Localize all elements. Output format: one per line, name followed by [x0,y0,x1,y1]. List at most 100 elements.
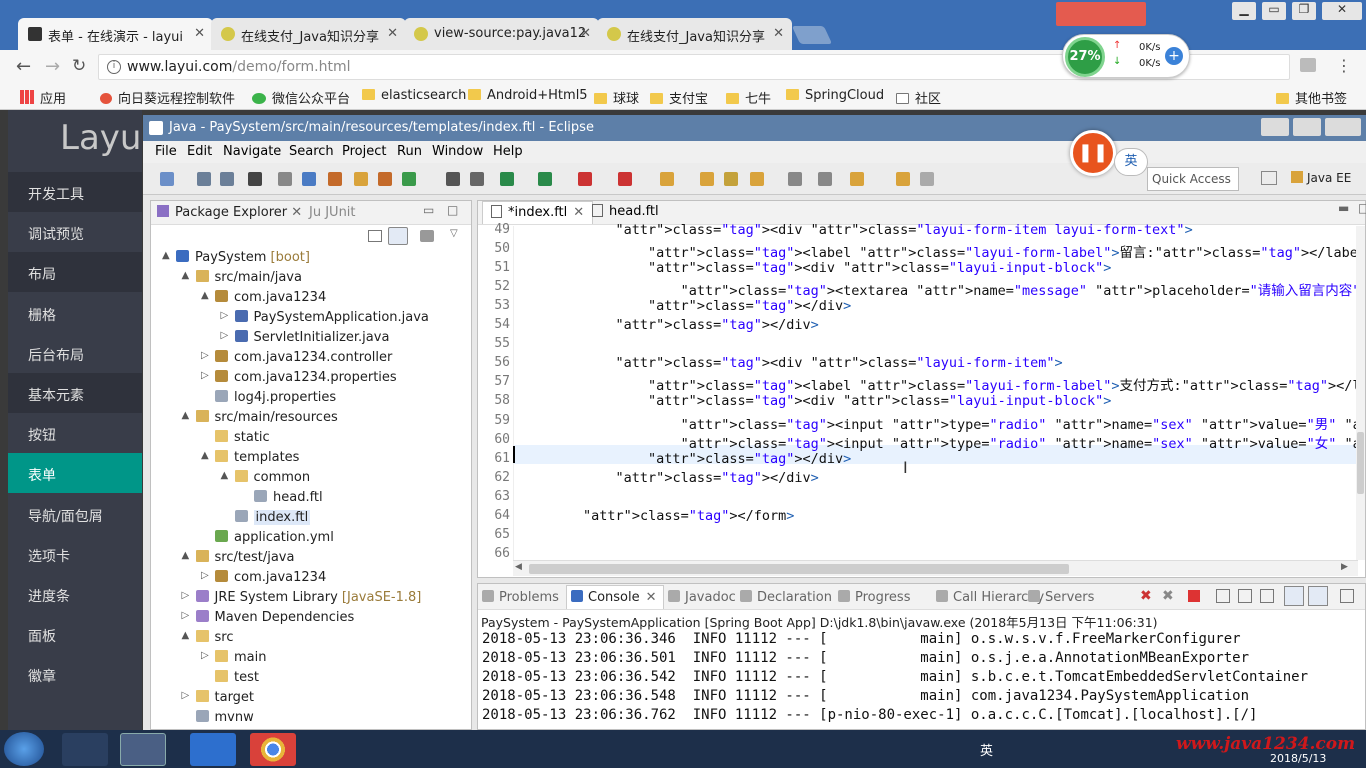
layui-nav-item[interactable]: 基本元素 [8,373,142,413]
tree-expand-icon[interactable]: ▷ [182,690,190,701]
tree-item[interactable]: ▲ PaySystem [boot] [162,250,310,265]
tree-item[interactable]: head.ftl [254,490,323,505]
toolbar-button-icon[interactable] [446,172,460,186]
toolbar-button-icon[interactable] [618,172,632,186]
tree-expand-icon[interactable]: ▷ [201,370,209,381]
pin-console-icon[interactable] [1260,589,1274,603]
window-maximize-button[interactable]: ▭ [1262,2,1286,20]
menu-item-help[interactable]: Help [493,144,523,159]
close-icon[interactable]: ✕ [580,26,591,41]
stop-icon[interactable] [1188,590,1200,602]
layui-nav-item[interactable]: 选项卡 [8,534,142,574]
remove-launch-icon[interactable]: ✖ [1162,588,1174,604]
console-tab-problems[interactable]: Problems [482,590,559,605]
close-icon[interactable]: ✕ [291,205,302,220]
layui-nav-item[interactable]: 布局 [8,252,142,293]
taskbar-app-1[interactable] [62,733,108,766]
tree-expand-icon[interactable]: ▲ [221,470,229,481]
collapse-all-icon[interactable] [368,230,382,242]
start-button[interactable] [4,732,44,766]
bookmark-item[interactable]: Android+Html5 [468,88,588,103]
toolbar-button-icon[interactable] [538,172,552,186]
toolbar-button-icon[interactable] [724,172,738,186]
editor-hscrollbar[interactable]: ◀ ▶ [513,560,1358,576]
console-tab-console[interactable]: Console ✕ [566,585,664,609]
window-minimize-button[interactable]: ▁ [1232,2,1256,20]
tree-item[interactable]: ▷ ServletInitializer.java [221,330,389,345]
layui-nav-item[interactable]: 进度条 [8,574,142,614]
plus-icon[interactable]: + [1165,47,1183,65]
tree-item[interactable]: ▷ PaySystemApplication.java [221,310,429,325]
scroll-left-icon[interactable]: ◀ [515,562,522,572]
menu-item-project[interactable]: Project [342,144,386,159]
tree-item[interactable]: ▲ src [182,630,233,645]
scroll-lock-icon[interactable] [1238,589,1252,603]
hscroll-thumb[interactable] [529,564,1069,574]
taskbar-wps[interactable] [190,733,236,766]
tree-item[interactable]: ▲ common [221,470,310,485]
menu-item-navigate[interactable]: Navigate [223,144,281,159]
browser-tab[interactable]: 表单 - 在线演示 - layui ✕ [18,18,213,50]
editor-tab[interactable]: *index.ftl ✕ [482,201,594,224]
layui-nav-item[interactable]: 导航/面包屑 [8,494,142,534]
toolbar-button-icon[interactable] [920,172,934,186]
close-icon[interactable]: ✕ [573,205,584,220]
tree-expand-icon[interactable]: ▲ [182,410,190,421]
tree-expand-icon[interactable]: ▷ [201,570,209,581]
tree-expand-icon[interactable]: ▲ [182,270,190,281]
window-close-button[interactable]: ✕ [1322,2,1362,20]
toolbar-button-icon[interactable] [578,172,592,186]
toolbar-button-icon[interactable] [500,172,514,186]
bookmark-item[interactable]: 向日葵远程控制软件 [100,88,235,107]
title-max-button[interactable] [1293,118,1321,136]
console-tab-progress[interactable]: Progress [838,590,910,605]
tree-item[interactable]: ▲ templates [201,450,299,465]
open-perspective-icon[interactable] [1261,171,1277,185]
other-bookmarks[interactable]: 其他书签 [1276,88,1347,107]
layui-nav-item[interactable]: 面板 [8,614,142,654]
layui-nav-item[interactable]: 栅格 [8,293,142,333]
quick-access-input[interactable]: Quick Access [1147,167,1239,191]
tree-expand-icon[interactable]: ▷ [221,330,229,341]
toolbar-button-icon[interactable] [354,172,368,186]
clear-console-icon[interactable] [1216,589,1230,603]
taskbar-ime[interactable]: 英 [980,740,993,759]
taskbar-eclipse[interactable] [120,733,166,766]
recorder-pause-button[interactable]: ❚❚ [1070,130,1116,176]
close-icon[interactable]: ✕ [646,590,657,605]
editor-maximize-icon[interactable]: □ [1358,201,1366,215]
reload-icon[interactable]: ↻ [72,56,86,76]
tree-item[interactable]: test [215,670,259,685]
layui-top-button[interactable] [1056,2,1146,26]
editor-minimize-icon[interactable]: ▬ [1338,201,1349,215]
browser-tab[interactable]: 在线支付_Java知识分享 ✕ [597,18,792,50]
tree-item[interactable]: log4j.properties [215,390,336,405]
tree-expand-icon[interactable]: ▲ [182,550,190,561]
minimize-view-icon[interactable]: ▭ [423,203,434,217]
ime-badge[interactable]: 英 [1114,148,1148,176]
tree-item[interactable]: ▲ src/main/java [182,270,302,285]
back-icon[interactable]: ← [16,56,31,77]
toolbar-button-icon[interactable] [248,172,262,186]
menu-item-run[interactable]: Run [397,144,422,159]
view-menu-icon[interactable] [420,230,434,242]
tree-expand-icon[interactable]: ▷ [182,610,190,621]
tree-item[interactable]: ▷ com.java1234.controller [201,350,392,365]
toolbar-button-icon[interactable] [402,172,416,186]
menu-item-file[interactable]: File [155,144,177,159]
taskbar-chrome[interactable] [250,733,296,766]
layui-nav-item[interactable]: 开发工具 [8,172,142,212]
toolbar-button-icon[interactable] [197,172,211,186]
open-console-icon[interactable] [1308,586,1328,606]
browser-tab[interactable]: 在线支付_Java知识分享 ✕ [211,18,406,50]
toolbar-button-icon[interactable] [302,172,316,186]
browser-tab[interactable]: view-source:pay.java12 ✕ [404,18,599,50]
window-restore-button[interactable]: ❐ [1292,2,1316,20]
toolbar-button-icon[interactable] [328,172,342,186]
maximize-view-icon[interactable]: □ [447,203,458,217]
tree-expand-icon[interactable]: ▷ [221,310,229,321]
layui-nav-item[interactable]: 按钮 [8,413,142,453]
tree-item[interactable]: index.ftl [234,510,311,525]
console-tab-servers[interactable]: Servers [1028,590,1094,605]
tree-item[interactable]: ▲ src/main/resources [182,410,338,425]
